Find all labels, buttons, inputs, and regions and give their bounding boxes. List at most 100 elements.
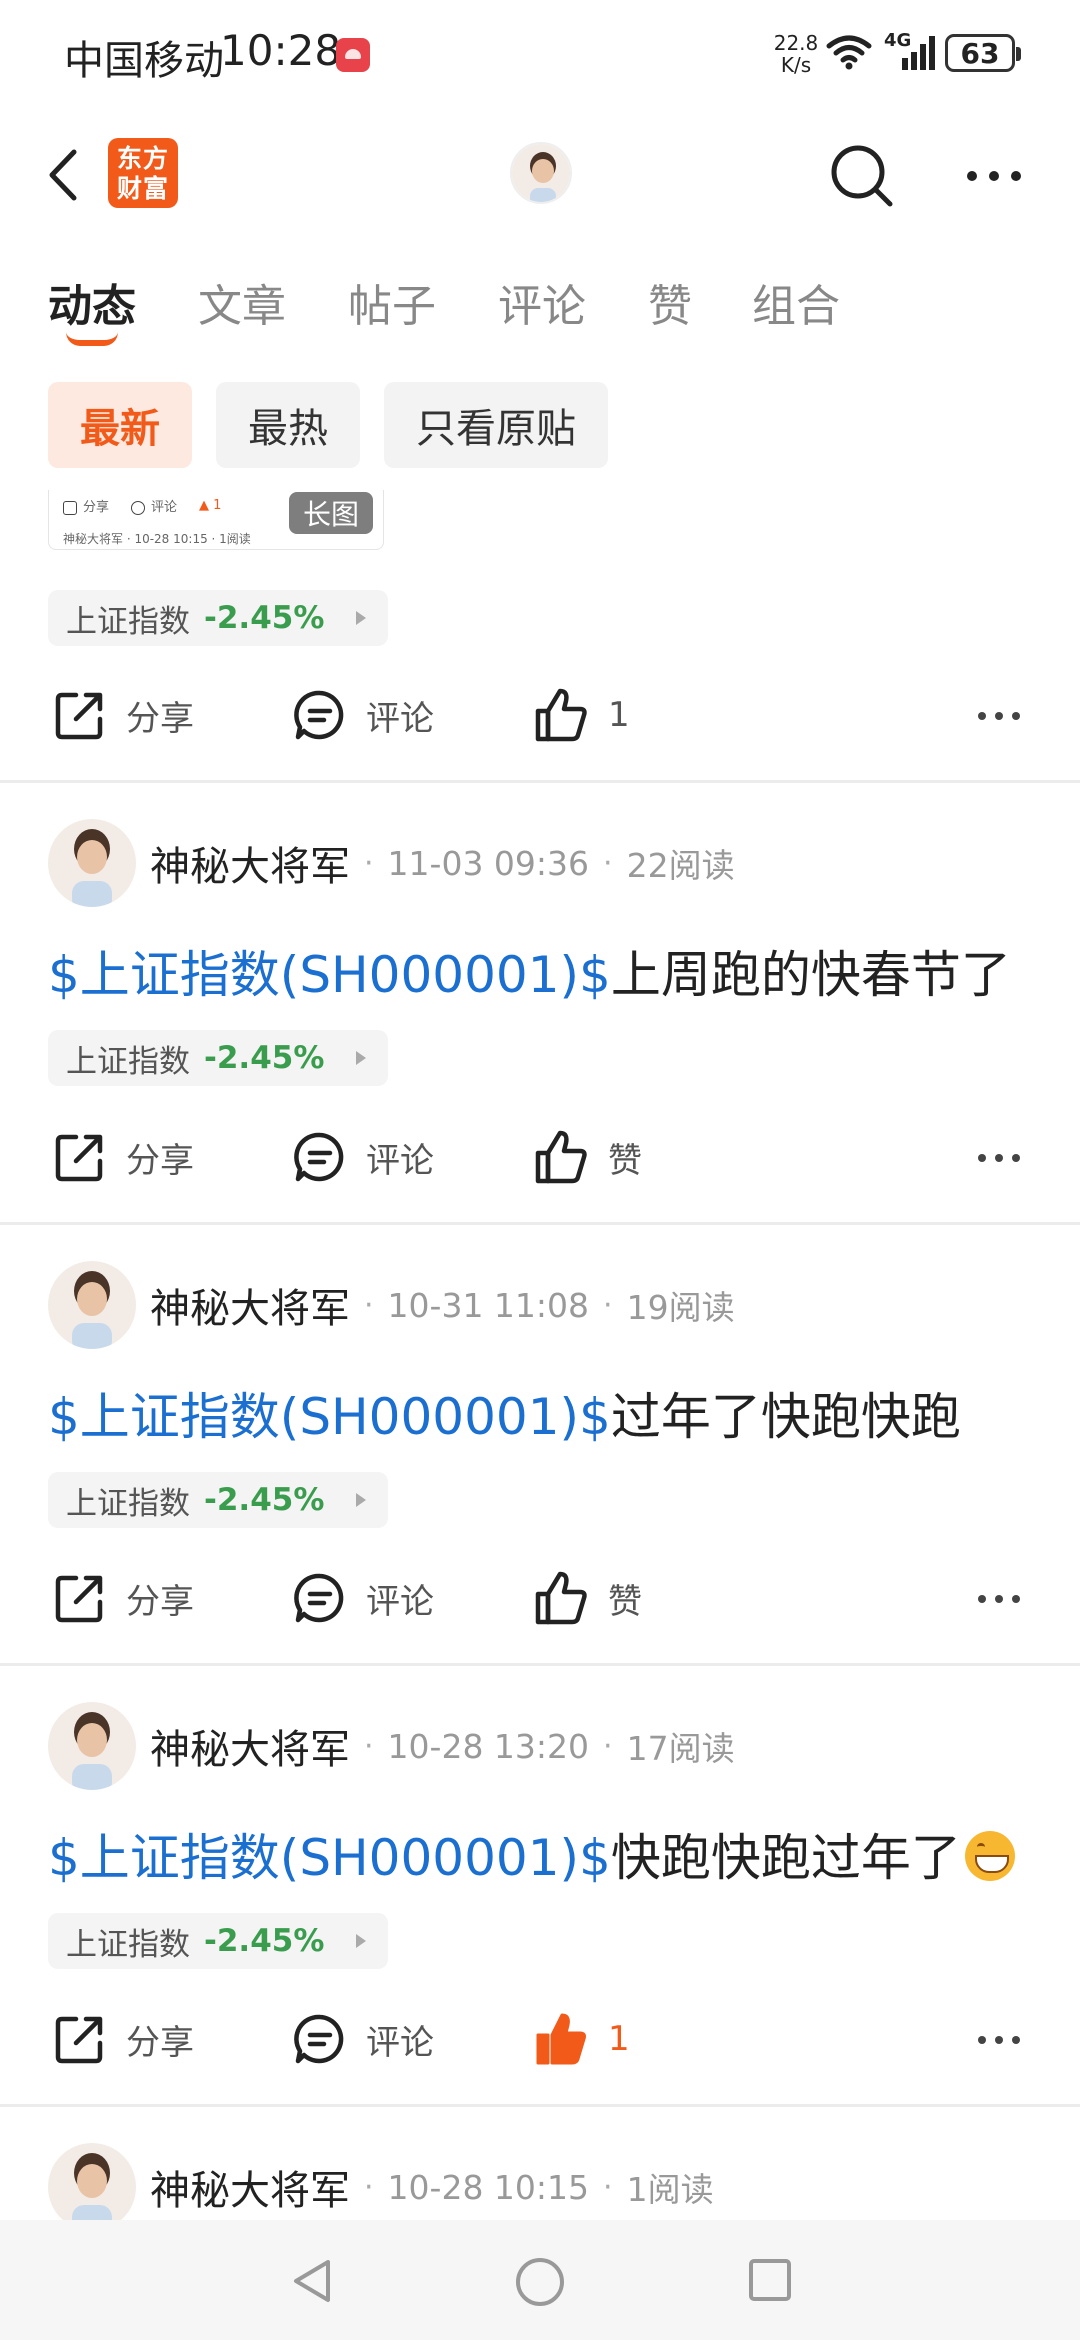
long-image-action-row: 分享 评论 ▲ 1 (63, 496, 221, 515)
post-content[interactable]: $上证指数(SH000001)$上周跑的快春节了 (48, 935, 1011, 1007)
post-content[interactable]: $上证指数(SH000001)$快跑快跑过年了 (48, 1818, 1015, 1890)
like-button-active[interactable]: 1 (532, 2004, 630, 2074)
post-header: 神秘大将军 · 10-31 11:08 · 19阅读 (48, 1260, 735, 1350)
grinning-emoji-icon (964, 1831, 1015, 1881)
eastmoney-logo[interactable]: 东方 财富 (108, 138, 178, 208)
post-header: 神秘大将军 · 10-28 13:20 · 17阅读 (48, 1701, 735, 1791)
network-speed-value: 22.8 (773, 31, 819, 55)
read-count: 19阅读 (626, 1288, 735, 1327)
stock-tag-link[interactable]: $上证指数(SH000001)$ (48, 946, 611, 1004)
post-time: 11-03 09:36 (387, 843, 590, 883)
tab-articles[interactable]: 文章 (198, 270, 286, 334)
post-content[interactable]: $上证指数(SH000001)$过年了快跑快跑 (48, 1377, 961, 1449)
filter-hottest[interactable]: 最热 (216, 382, 360, 468)
stock-change: -2.45% (204, 600, 325, 636)
active-tab-indicator (66, 332, 118, 346)
stock-name: 上证指数 (66, 603, 190, 640)
like-label: 赞 (608, 1581, 642, 1622)
chevron-right-icon (356, 1051, 366, 1065)
post-header: 神秘大将军 · 11-03 09:36 · 22阅读 (48, 818, 735, 908)
stock-tag-link[interactable]: $上证指数(SH000001)$ (48, 1388, 611, 1446)
like-count: 1 (608, 2019, 630, 2059)
share-button[interactable]: 分享 (52, 680, 194, 750)
post-more-icon[interactable] (974, 1138, 1024, 1178)
share-button[interactable]: 分享 (52, 2004, 194, 2074)
author-name[interactable]: 神秘大将军 (150, 834, 350, 892)
author-name[interactable]: 神秘大将军 (150, 1717, 350, 1775)
person-avatar-icon (48, 1261, 136, 1349)
author-avatar[interactable] (48, 1702, 136, 1790)
share-icon (55, 2016, 103, 2064)
chevron-right-icon (356, 1934, 366, 1948)
battery-indicator: 63 (945, 34, 1021, 72)
like-button[interactable]: 1 (532, 680, 630, 750)
read-count: 17阅读 (626, 1729, 735, 1768)
nav-home-icon[interactable] (514, 2256, 566, 2308)
nav-recents-icon[interactable] (746, 2256, 794, 2304)
comment-button[interactable]: 评论 (292, 680, 434, 750)
stock-chip[interactable]: 上证指数 -2.45% (48, 1030, 388, 1086)
comment-icon (294, 1132, 344, 1182)
search-icon[interactable] (826, 140, 898, 212)
share-label: 分享 (126, 698, 194, 739)
author-name[interactable]: 神秘大将军 (150, 1276, 350, 1334)
separator-dot: · (364, 1287, 374, 1323)
author-avatar[interactable] (48, 2143, 136, 2231)
share-button[interactable]: 分享 (52, 1122, 194, 1192)
post-header: 神秘大将军 · 10-28 10:15 · 1阅读 (48, 2142, 714, 2232)
thumbs-up-icon (535, 1130, 587, 1184)
thumbs-up-icon (535, 1571, 587, 1625)
nav-back-icon[interactable] (288, 2256, 338, 2306)
comment-icon (131, 500, 146, 515)
post-long-image[interactable]: 分享 评论 ▲ 1 神秘大将军 · 10-28 10:15 · 1阅读 长图 (48, 490, 384, 550)
tab-likes[interactable]: 赞 (648, 270, 692, 334)
back-arrow-icon[interactable] (40, 140, 100, 210)
stock-tag-link[interactable]: $上证指数(SH000001)$ (48, 1829, 611, 1887)
stock-chip[interactable]: 上证指数 -2.45% (48, 1913, 388, 1969)
author-name[interactable]: 神秘大将军 (150, 2158, 350, 2216)
filter-latest[interactable]: 最新 (48, 382, 192, 468)
comment-icon (294, 1573, 344, 1623)
stock-chip[interactable]: 上证指数 -2.45% (48, 590, 388, 646)
author-avatar[interactable] (48, 819, 136, 907)
separator-dot: · (603, 2169, 613, 2205)
comment-button[interactable]: 评论 (292, 2004, 434, 2074)
like-button[interactable]: 赞 (532, 1122, 642, 1192)
post-more-icon[interactable] (974, 696, 1024, 736)
share-button[interactable]: 分享 (52, 1563, 194, 1633)
post-body: 过年了快跑快跑 (610, 1388, 961, 1446)
filter-original-only[interactable]: 只看原贴 (384, 382, 608, 468)
person-avatar-icon (512, 144, 570, 202)
share-label: 分享 (126, 1581, 194, 1622)
long-image-subtext: 神秘大将军 · 10-28 10:15 · 1阅读 (63, 532, 251, 546)
huawei-notification-icon (336, 38, 370, 72)
author-avatar[interactable] (48, 1261, 136, 1349)
post-more-icon[interactable] (974, 2020, 1024, 2060)
post-more-icon[interactable] (974, 1579, 1024, 1619)
stock-chip[interactable]: 上证指数 -2.45% (48, 1472, 388, 1528)
tab-dynamic[interactable]: 动态 (48, 270, 136, 334)
post-divider (0, 780, 1080, 783)
chevron-right-icon (356, 611, 366, 625)
logo-line-1: 东方 (116, 144, 169, 173)
separator-dot: · (603, 1287, 613, 1323)
like-button[interactable]: 赞 (532, 1563, 642, 1633)
read-count: 1阅读 (626, 2170, 714, 2209)
tab-portfolio[interactable]: 组合 (752, 270, 840, 334)
tab-comments[interactable]: 评论 (498, 270, 586, 334)
comment-label: 评论 (366, 1581, 434, 1622)
comment-label: 评论 (366, 2022, 434, 2063)
post-action-bar: 分享 评论 赞 (0, 1122, 1080, 1192)
comment-button[interactable]: 评论 (292, 1122, 434, 1192)
header-avatar[interactable] (510, 142, 572, 204)
tab-posts[interactable]: 帖子 (348, 270, 436, 334)
comment-button[interactable]: 评论 (292, 1563, 434, 1633)
share-label: 分享 (126, 1140, 194, 1181)
share-icon (63, 500, 77, 515)
comment-label: 评论 (366, 1140, 434, 1181)
more-options-icon[interactable] (962, 148, 1026, 204)
long-image-like: ▲ 1 (199, 498, 222, 513)
system-nav-bar (0, 2220, 1080, 2340)
network-speed: 22.8 K/s (772, 32, 820, 76)
stock-name: 上证指数 (66, 1485, 190, 1522)
